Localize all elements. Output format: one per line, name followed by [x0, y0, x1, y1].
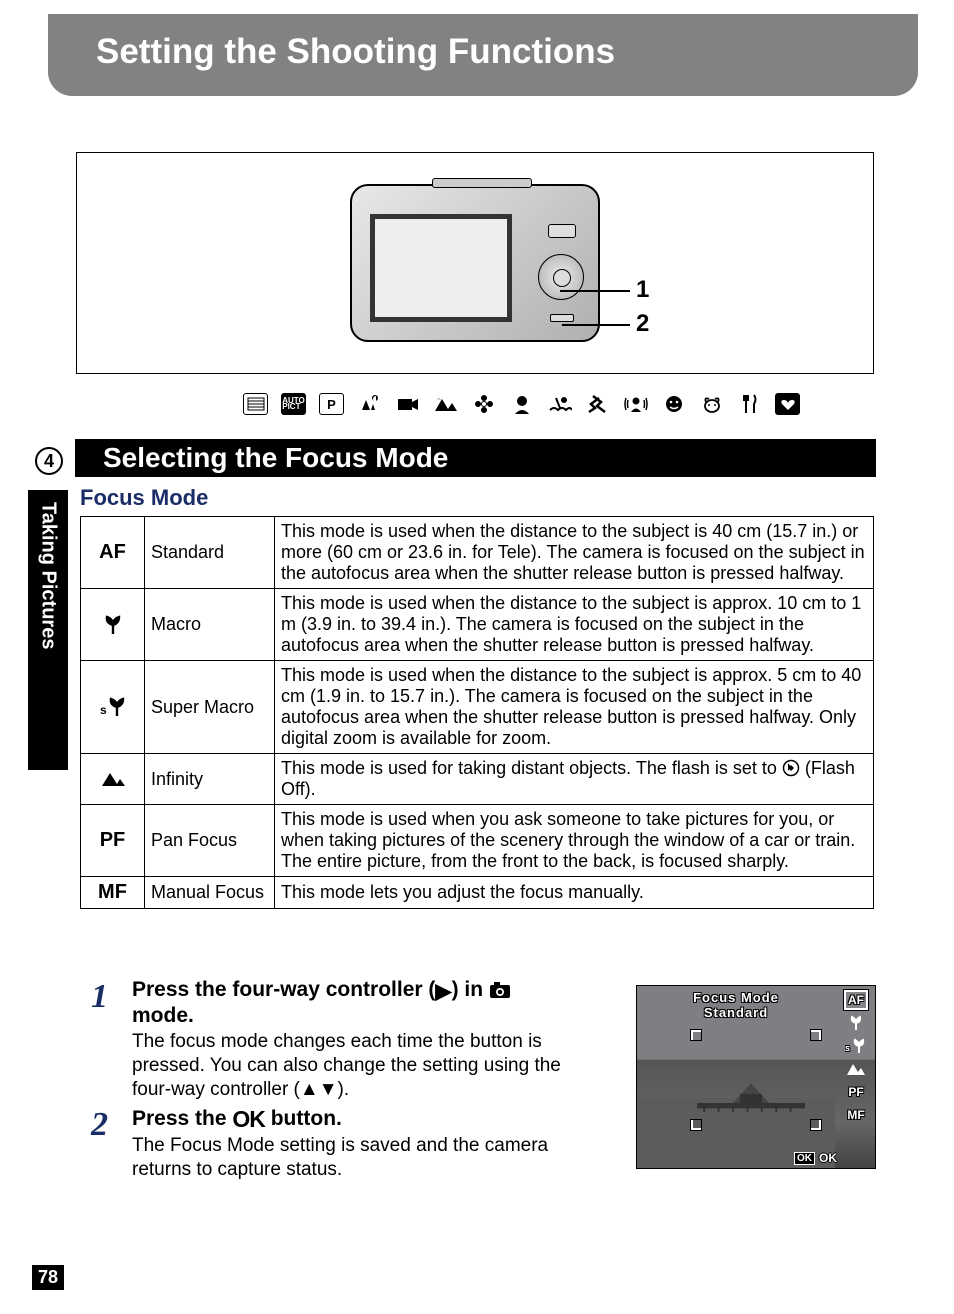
page-number: 78: [32, 1265, 64, 1290]
diagram-label-1: 1: [636, 276, 649, 304]
step-number: 1: [80, 980, 108, 1102]
pet-icon: [699, 393, 724, 415]
mode-name: Super Macro: [145, 661, 275, 754]
lcd-infinity-icon: [844, 1059, 868, 1079]
page-title: Setting the Shooting Functions: [96, 32, 918, 72]
kids-icon: [661, 393, 686, 415]
food-icon: [737, 393, 762, 415]
mf-icon: MF: [81, 877, 145, 909]
lcd-macro-icon: [844, 1013, 868, 1033]
frame-icon: [243, 393, 268, 415]
table-row: Infinity This mode is used for taking di…: [81, 754, 874, 805]
camera-outline: [350, 184, 600, 342]
focus-mode-table: AF Standard This mode is used when the d…: [80, 516, 874, 909]
sport-icon: [585, 393, 610, 415]
table-row: Macro This mode is used when the distanc…: [81, 589, 874, 661]
step-head: Press the OK button.: [132, 1106, 572, 1132]
af-icon: AF: [81, 517, 145, 589]
leader-line-2: [562, 324, 630, 326]
pier-illustration: [697, 1076, 805, 1112]
table-row: MF Manual Focus This mode lets you adjus…: [81, 877, 874, 909]
lcd-mf-icon: MF: [844, 1105, 868, 1125]
night-icon: [357, 393, 382, 415]
chapter-badge: 4: [35, 447, 63, 475]
step-body: The Focus Mode setting is saved and the …: [132, 1134, 572, 1182]
program-icon: P: [319, 393, 344, 415]
super-macro-icon: s: [81, 661, 145, 754]
infinity-icon: [81, 754, 145, 805]
stabilizer-icon: [623, 393, 648, 415]
lcd-title: Focus Mode Standard: [637, 990, 835, 1020]
four-way-controller-icon: [538, 254, 584, 300]
mode-desc: This mode lets you adjust the focus manu…: [275, 877, 874, 909]
mode-desc: This mode is used when you ask someone t…: [275, 805, 874, 877]
lcd-super-macro-icon: s: [844, 1036, 868, 1056]
mode-name: Standard: [145, 517, 275, 589]
portrait-icon: [509, 393, 534, 415]
table-heading: Focus Mode: [80, 485, 208, 511]
flower-icon: [471, 393, 496, 415]
svg-text:s: s: [100, 703, 107, 717]
surf-icon: [547, 393, 572, 415]
leader-line-1: [560, 290, 630, 292]
title-banner: Setting the Shooting Functions: [48, 14, 918, 96]
mode-name: Infinity: [145, 754, 275, 805]
right-arrow-icon: ▶: [435, 980, 451, 1004]
mode-desc: This mode is used when the distance to t…: [275, 517, 874, 589]
side-tab: Taking Pictures: [28, 490, 68, 770]
pf-icon: PF: [81, 805, 145, 877]
macro-icon: [81, 589, 145, 661]
lcd-af-icon: AF: [844, 990, 868, 1010]
table-row: s Super Macro This mode is used when the…: [81, 661, 874, 754]
lcd-ok-indicator: OK OK: [794, 1151, 837, 1165]
svg-text:s: s: [845, 1043, 850, 1053]
diagram-label-2: 2: [636, 310, 649, 338]
landscape-icon: [433, 393, 458, 415]
step-body: The focus mode changes each time the but…: [132, 1030, 572, 1101]
mode-desc: This mode is used when the distance to t…: [275, 589, 874, 661]
step-head: Press the four-way controller (▶) in mod…: [132, 978, 572, 1028]
section-title: Selecting the Focus Mode: [75, 439, 876, 477]
heart-icon: [775, 393, 800, 415]
capture-mode-icon: [489, 981, 511, 999]
ok-button-icon: OK: [232, 1106, 265, 1132]
mode-name: Manual Focus: [145, 877, 275, 909]
lcd-preview: Focus Mode Standard AF s PF MF OK OK: [636, 985, 876, 1169]
table-row: PF Pan Focus This mode is used when you …: [81, 805, 874, 877]
auto-pict-icon: AUTOPICT: [281, 393, 306, 415]
camera-diagram: [76, 152, 874, 374]
mode-name: Macro: [145, 589, 275, 661]
mode-desc: This mode is used for taking distant obj…: [275, 754, 874, 805]
table-row: AF Standard This mode is used when the d…: [81, 517, 874, 589]
mode-desc: This mode is used when the distance to t…: [275, 661, 874, 754]
lcd-pf-icon: PF: [844, 1082, 868, 1102]
mode-icon-row: AUTOPICT P: [243, 393, 874, 415]
movie-icon: [395, 393, 420, 415]
step-number: 2: [80, 1108, 108, 1182]
lcd-icon-column: AF s PF MF: [841, 990, 871, 1125]
mode-name: Pan Focus: [145, 805, 275, 877]
